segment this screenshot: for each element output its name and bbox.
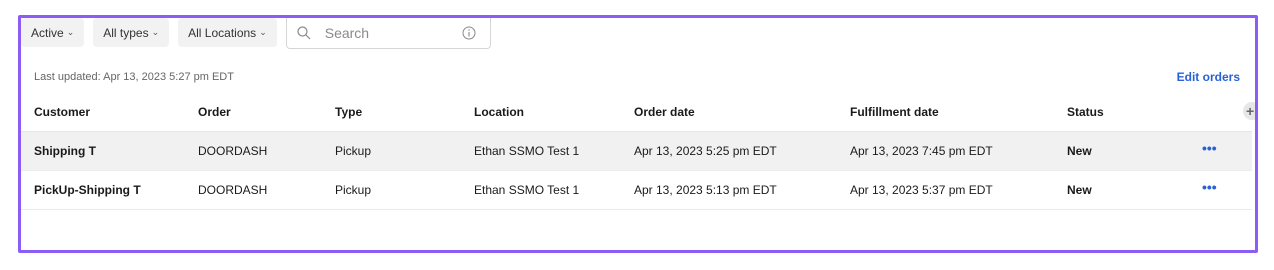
fulfillment-date-cell: Apr 13, 2023 7:45 pm EDT [850, 144, 993, 158]
more-icon[interactable]: ••• [1202, 140, 1217, 156]
customer-cell: Shipping T [34, 144, 96, 158]
status-filter-label: Active [31, 25, 64, 40]
last-updated-text: Last updated: Apr 13, 2023 5:27 pm EDT [34, 71, 234, 83]
status-filter[interactable]: Active ⌄ [21, 18, 85, 47]
more-icon[interactable]: ••• [1202, 179, 1217, 195]
status-cell: New [1067, 183, 1092, 197]
edit-orders-link[interactable]: Edit orders [1177, 70, 1240, 84]
chevron-down-icon: ⌄ [259, 27, 267, 37]
filter-bar: Active ⌄ All types ⌄ All Locations ⌄ [21, 18, 491, 52]
orders-panel: Active ⌄ All types ⌄ All Locations ⌄ Las… [18, 15, 1258, 253]
header-customer[interactable]: Customer [34, 93, 90, 131]
table-header-row: Customer Order Type Location Order date … [21, 93, 1255, 132]
customer-cell: PickUp-Shipping T [34, 183, 141, 197]
fulfillment-date-cell: Apr 13, 2023 5:37 pm EDT [850, 183, 993, 197]
header-status[interactable]: Status [1067, 93, 1104, 131]
location-cell: Ethan SSMO Test 1 [474, 144, 580, 158]
order-cell: DOORDASH [198, 144, 268, 158]
search-input[interactable] [322, 24, 447, 42]
type-filter[interactable]: All types ⌄ [93, 18, 170, 47]
orders-table: Customer Order Type Location Order date … [21, 93, 1255, 210]
header-order[interactable]: Order [198, 93, 231, 131]
order-cell: DOORDASH [198, 183, 268, 197]
header-location[interactable]: Location [474, 93, 524, 131]
header-order-date[interactable]: Order date [634, 93, 695, 131]
table-row[interactable]: PickUp-Shipping T DOORDASH Pickup Ethan … [21, 171, 1252, 210]
plus-icon[interactable]: + [1243, 102, 1255, 120]
order-date-cell: Apr 13, 2023 5:13 pm EDT [634, 183, 777, 197]
order-date-cell: Apr 13, 2023 5:25 pm EDT [634, 144, 777, 158]
table-row[interactable]: Shipping T DOORDASH Pickup Ethan SSMO Te… [21, 132, 1252, 171]
status-cell: New [1067, 144, 1092, 158]
header-type[interactable]: Type [335, 93, 362, 131]
search-icon [297, 26, 311, 40]
type-filter-label: All types [103, 25, 149, 40]
chevron-down-icon: ⌄ [66, 27, 75, 37]
type-cell: Pickup [335, 144, 372, 158]
info-icon[interactable] [462, 26, 476, 40]
location-cell: Ethan SSMO Test 1 [474, 183, 580, 197]
chevron-down-icon: ⌄ [151, 27, 160, 37]
type-cell: Pickup [335, 183, 372, 197]
location-filter-label: All Locations [188, 25, 257, 40]
location-filter[interactable]: All Locations ⌄ [178, 18, 277, 47]
search-box[interactable] [285, 18, 491, 49]
header-fulfillment-date[interactable]: Fulfillment date [850, 93, 939, 131]
